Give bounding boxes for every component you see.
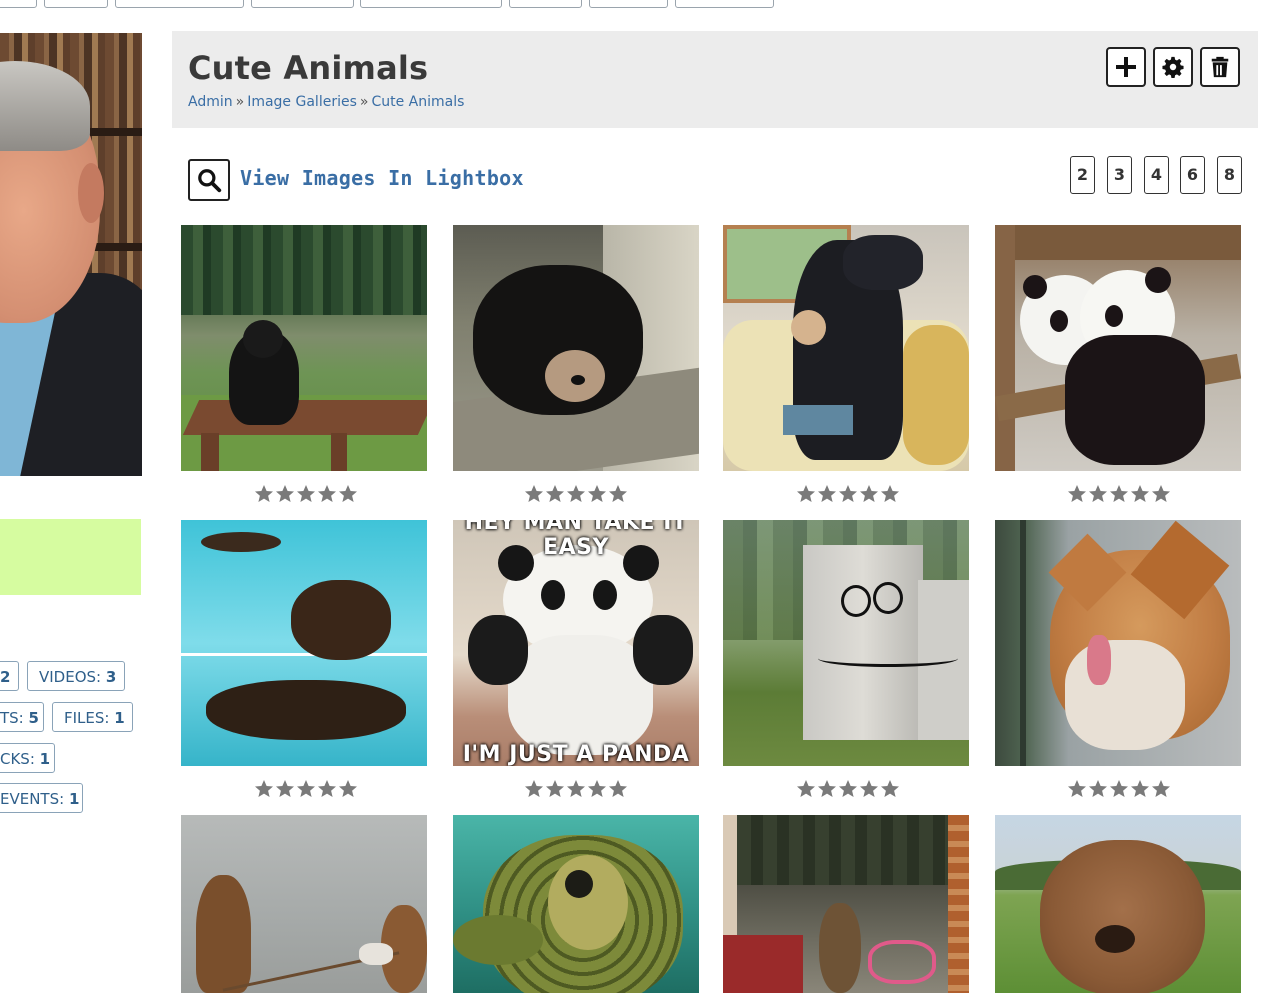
search-icon	[198, 169, 222, 193]
star-icon[interactable]	[296, 484, 316, 504]
breadcrumb-image-galleries[interactable]: Image Galleries	[247, 94, 357, 110]
gallery-thumbnail[interactable]	[723, 815, 969, 993]
stat-badge-events[interactable]: EVENTS: 1	[0, 783, 83, 813]
trash-icon	[1211, 56, 1229, 78]
sidebar-highlight-box	[0, 519, 141, 595]
top-nav-button[interactable]	[115, 0, 244, 8]
breadcrumb: Admin» Image Galleries» Cute Animals	[188, 94, 465, 110]
star-icon[interactable]	[838, 779, 858, 799]
top-nav-button[interactable]	[675, 0, 774, 8]
gallery-thumbnail[interactable]	[995, 815, 1241, 993]
star-icon[interactable]	[1109, 484, 1129, 504]
star-icon[interactable]	[1088, 779, 1108, 799]
stat-badge[interactable]: 2	[0, 661, 19, 691]
star-icon[interactable]	[296, 779, 316, 799]
delete-button[interactable]	[1200, 47, 1240, 87]
star-icon[interactable]	[524, 484, 544, 504]
rating-stars[interactable]	[254, 779, 358, 799]
star-icon[interactable]	[1088, 484, 1108, 504]
gear-icon	[1162, 56, 1184, 78]
star-icon[interactable]	[1067, 484, 1087, 504]
meme-caption-top: HEY MAN TAKE IT EASY	[464, 520, 688, 560]
gallery-thumbnail[interactable]	[181, 520, 427, 766]
rating-stars[interactable]	[796, 484, 900, 504]
gallery-thumbnail[interactable]	[181, 225, 427, 471]
star-icon[interactable]	[859, 779, 879, 799]
star-icon[interactable]	[1130, 779, 1150, 799]
columns-8-button[interactable]: 8	[1217, 156, 1242, 194]
rating-stars[interactable]	[1067, 484, 1171, 504]
add-button[interactable]	[1106, 47, 1146, 87]
rating-stars[interactable]	[524, 484, 628, 504]
gallery-thumbnail[interactable]: HEY MAN TAKE IT EASY I'M JUST A PANDA	[453, 520, 699, 766]
star-icon[interactable]	[838, 484, 858, 504]
star-icon[interactable]	[566, 779, 586, 799]
star-icon[interactable]	[587, 779, 607, 799]
star-icon[interactable]	[1109, 779, 1129, 799]
stat-badge-videos[interactable]: VIDEOS: 3	[27, 661, 125, 691]
profile-photo[interactable]	[0, 33, 142, 476]
gallery-thumbnail[interactable]	[723, 225, 969, 471]
star-icon[interactable]	[545, 484, 565, 504]
star-icon[interactable]	[1067, 779, 1087, 799]
top-nav-button[interactable]	[589, 0, 668, 8]
star-icon[interactable]	[608, 484, 628, 504]
settings-button[interactable]	[1153, 47, 1193, 87]
star-icon[interactable]	[587, 484, 607, 504]
star-icon[interactable]	[338, 779, 358, 799]
star-icon[interactable]	[254, 484, 274, 504]
star-icon[interactable]	[317, 779, 337, 799]
top-nav-button[interactable]	[0, 0, 37, 8]
breadcrumb-cute-animals[interactable]: Cute Animals	[371, 94, 464, 110]
top-nav-button[interactable]	[44, 0, 108, 8]
gallery-thumbnail[interactable]	[723, 520, 969, 766]
stat-badge[interactable]: TS: 5	[0, 702, 44, 732]
top-nav-button[interactable]	[251, 0, 354, 8]
gallery-thumbnail[interactable]	[181, 815, 427, 993]
star-icon[interactable]	[338, 484, 358, 504]
star-icon[interactable]	[566, 484, 586, 504]
star-icon[interactable]	[545, 779, 565, 799]
star-icon[interactable]	[859, 484, 879, 504]
star-icon[interactable]	[254, 779, 274, 799]
stat-badge-files[interactable]: FILES: 1	[52, 702, 133, 732]
star-icon[interactable]	[1151, 779, 1171, 799]
top-nav-button[interactable]	[360, 0, 502, 8]
meme-caption-bottom: I'M JUST A PANDA	[462, 742, 690, 766]
plus-icon	[1116, 57, 1136, 77]
rating-stars[interactable]	[524, 779, 628, 799]
star-icon[interactable]	[1130, 484, 1150, 504]
columns-6-button[interactable]: 6	[1180, 156, 1205, 194]
page-header: Cute Animals Admin» Image Galleries» Cute …	[172, 31, 1258, 128]
star-icon[interactable]	[275, 779, 295, 799]
star-icon[interactable]	[608, 779, 628, 799]
star-icon[interactable]	[817, 779, 837, 799]
rating-stars[interactable]	[1067, 779, 1171, 799]
gallery-thumbnail[interactable]	[995, 520, 1241, 766]
star-icon[interactable]	[524, 779, 544, 799]
star-icon[interactable]	[817, 484, 837, 504]
star-icon[interactable]	[275, 484, 295, 504]
star-icon[interactable]	[1151, 484, 1171, 504]
breadcrumb-admin[interactable]: Admin	[188, 94, 233, 110]
view-lightbox-link[interactable]: View Images In Lightbox	[240, 166, 524, 190]
gallery-thumbnail[interactable]	[995, 225, 1241, 471]
star-icon[interactable]	[317, 484, 337, 504]
rating-stars[interactable]	[796, 779, 900, 799]
top-nav-button[interactable]	[509, 0, 582, 8]
columns-2-button[interactable]: 2	[1070, 156, 1095, 194]
star-icon[interactable]	[880, 779, 900, 799]
star-icon[interactable]	[880, 484, 900, 504]
gallery-thumbnail[interactable]	[453, 815, 699, 993]
gallery-thumbnail[interactable]	[453, 225, 699, 471]
star-icon[interactable]	[796, 779, 816, 799]
star-icon[interactable]	[796, 484, 816, 504]
rating-stars[interactable]	[254, 484, 358, 504]
columns-4-button[interactable]: 4	[1144, 156, 1169, 194]
stat-badge[interactable]: CKS: 1	[0, 743, 55, 773]
lightbox-button[interactable]	[188, 159, 230, 201]
page-title: Cute Animals	[188, 49, 429, 87]
columns-3-button[interactable]: 3	[1107, 156, 1132, 194]
